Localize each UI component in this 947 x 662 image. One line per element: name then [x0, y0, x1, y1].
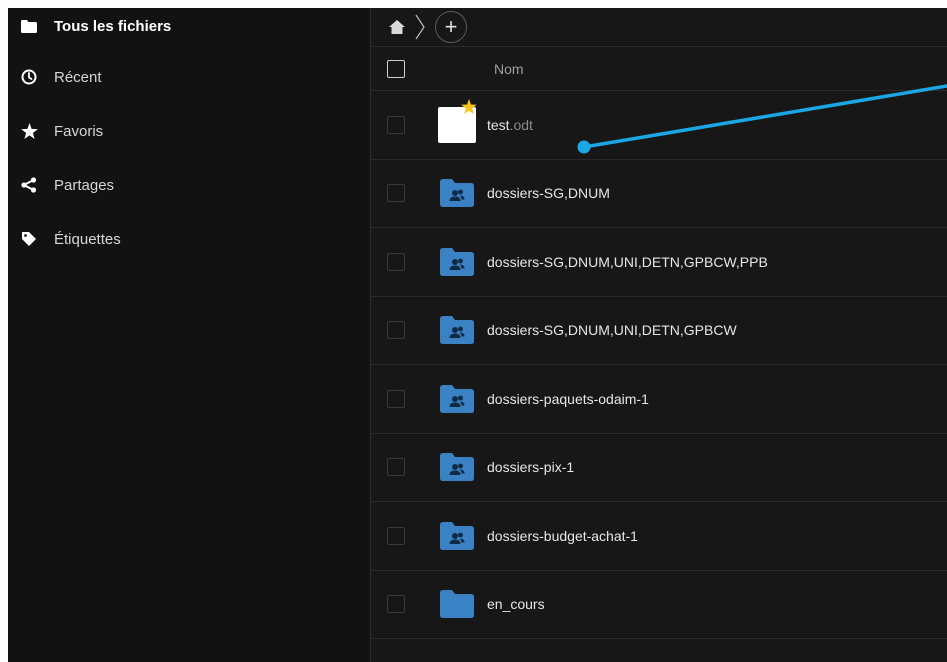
star-icon [20, 122, 38, 140]
row-checkbox[interactable] [387, 321, 405, 340]
file-rows: test.odt dossiers-SG,DNUM dossiers-SG,DN… [371, 91, 947, 639]
shared-folder-icon [437, 379, 477, 419]
row-checkbox[interactable] [387, 115, 405, 134]
row-checkbox[interactable] [387, 595, 405, 614]
sidebar-item-recent[interactable]: Récent [8, 50, 370, 104]
sidebar-item-label: Partages [54, 176, 115, 194]
table-row[interactable]: en_cours [371, 571, 947, 639]
sidebar-item-favorites[interactable]: Favoris [8, 104, 370, 158]
sidebar: Tous les fichiers Récent Favoris Partage… [8, 8, 371, 662]
row-checkbox[interactable] [387, 252, 405, 271]
file-name[interactable]: dossiers-paquets-odaim-1 [487, 391, 649, 407]
favorite-star-icon [461, 98, 477, 119]
breadcrumb: + [371, 8, 947, 47]
new-button[interactable]: + [435, 11, 467, 43]
sidebar-item-label: Étiquettes [54, 230, 121, 248]
sidebar-item-tags[interactable]: Étiquettes [8, 212, 370, 266]
row-checkbox[interactable] [387, 389, 405, 408]
shared-folder-icon [437, 173, 477, 213]
file-name[interactable]: test.odt [487, 117, 533, 133]
file-list-area: + Nom test.odt dossiers-SG,DNUM dossiers… [371, 8, 947, 662]
row-checkbox[interactable] [387, 458, 405, 477]
table-row[interactable]: dossiers-pix-1 [371, 434, 947, 502]
folder-icon [437, 584, 477, 624]
tag-icon [20, 230, 38, 248]
shared-folder-icon [437, 242, 477, 282]
row-checkbox[interactable] [387, 526, 405, 545]
file-name[interactable]: dossiers-SG,DNUM [487, 185, 610, 201]
column-header-name[interactable]: Nom [494, 61, 524, 77]
share-icon [20, 176, 38, 194]
table-row[interactable]: dossiers-paquets-odaim-1 [371, 365, 947, 434]
shared-folder-icon [437, 516, 477, 556]
row-checkbox[interactable] [387, 184, 405, 203]
shared-folder-icon [437, 310, 477, 350]
file-name[interactable]: dossiers-SG,DNUM,UNI,DETN,GPBCW [487, 322, 737, 338]
sidebar-item-shares[interactable]: Partages [8, 158, 370, 212]
shared-folder-icon [437, 447, 477, 487]
table-row[interactable]: dossiers-SG,DNUM [371, 160, 947, 228]
folder-icon [20, 17, 38, 35]
file-name[interactable]: dossiers-SG,DNUM,UNI,DETN,GPBCW,PPB [487, 254, 768, 270]
file-name[interactable]: en_cours [487, 596, 545, 612]
file-name[interactable]: dossiers-pix-1 [487, 459, 574, 475]
clock-icon [20, 68, 38, 86]
chevron-right-icon [415, 14, 425, 40]
sidebar-item-label: Favoris [54, 122, 104, 140]
table-row[interactable]: dossiers-SG,DNUM,UNI,DETN,GPBCW [371, 297, 947, 365]
sidebar-item-all-files[interactable]: Tous les fichiers [8, 8, 370, 44]
home-icon[interactable] [387, 17, 407, 37]
table-row[interactable]: dossiers-budget-achat-1 [371, 502, 947, 571]
sidebar-item-label: Récent [54, 68, 102, 86]
document-icon [437, 98, 477, 145]
table-header: Nom [371, 47, 947, 91]
table-row[interactable]: test.odt [371, 91, 947, 160]
table-row[interactable]: dossiers-SG,DNUM,UNI,DETN,GPBCW,PPB [371, 228, 947, 297]
files-app: Tous les fichiers Récent Favoris Partage… [8, 8, 947, 662]
select-all-checkbox[interactable] [387, 59, 405, 78]
sidebar-item-label: Tous les fichiers [54, 17, 172, 35]
file-name[interactable]: dossiers-budget-achat-1 [487, 528, 638, 544]
